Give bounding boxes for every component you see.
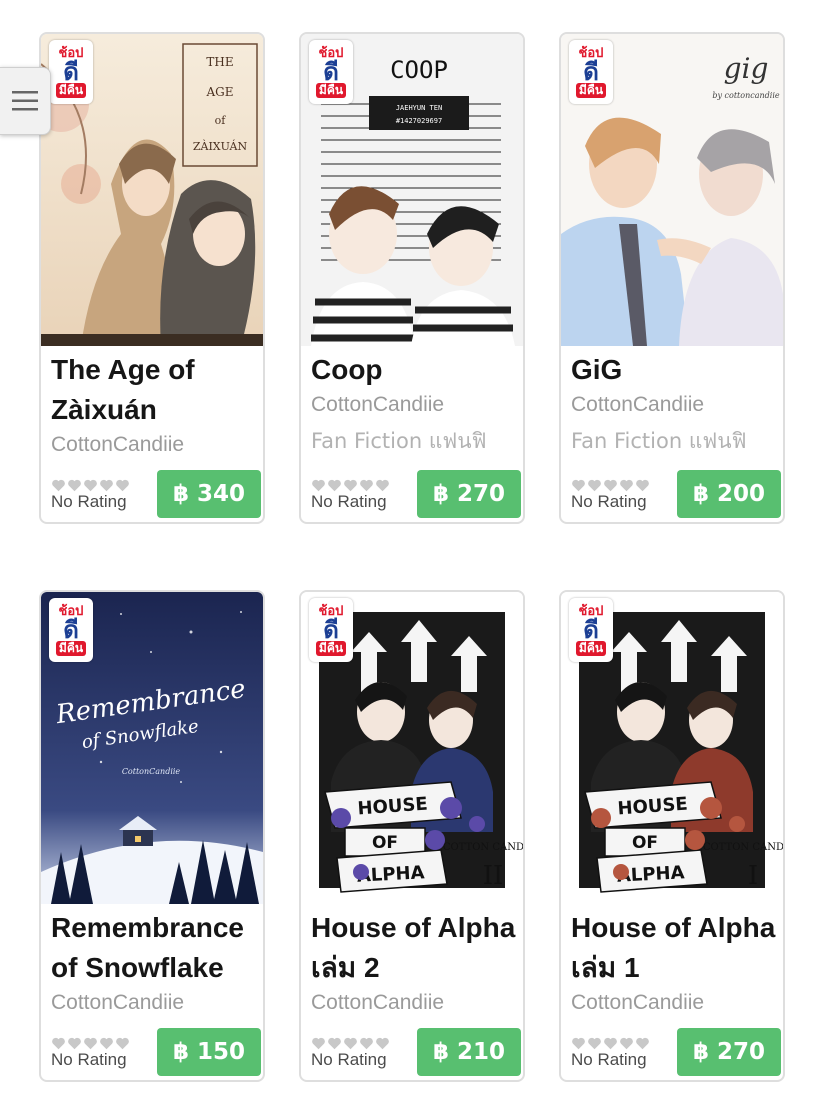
book-cover[interactable]: COOP JAEHYUN TEN #1427029697 ช้อป ดี มีค… <box>301 34 523 346</box>
rating-label: No Rating <box>51 492 127 511</box>
book-genre[interactable]: Fan Fiction แฟนฟิ <box>311 426 486 456</box>
rating-label: No Rating <box>311 1050 387 1069</box>
book-card[interactable]: COOP JAEHYUN TEN #1427029697 ช้อป ดี มีค… <box>299 32 525 524</box>
price-button[interactable]: ฿ 270 <box>417 470 521 518</box>
svg-text:AGE: AGE <box>205 85 233 99</box>
heart-icon <box>68 479 81 492</box>
svg-text:CottonCandiie: CottonCandiie <box>122 767 181 776</box>
rating-stars <box>51 1036 130 1050</box>
svg-text:of: of <box>215 114 227 127</box>
book-cover[interactable]: THE AGE of ZÀIXUÁN ช้อป ดี มีคืน <box>41 34 263 346</box>
price-button[interactable]: ฿ 200 <box>677 470 781 518</box>
book-card[interactable]: HOUSE OF ALPHA COTTON CANDIIE II ช้อป ดี… <box>299 590 525 1082</box>
heart-icon <box>360 479 373 492</box>
price-button[interactable]: ฿ 340 <box>157 470 261 518</box>
rating-stars <box>571 1036 650 1050</box>
heart-icon <box>588 479 601 492</box>
book-cover[interactable]: gig by cottoncandiie ช้อป ดี มีคืน <box>561 34 783 346</box>
svg-text:COOP: COOP <box>390 56 448 84</box>
svg-text:JAEHYUN TEN: JAEHYUN TEN <box>396 104 442 112</box>
heart-icon <box>376 1037 389 1050</box>
heart-icon <box>84 479 97 492</box>
heart-icon <box>100 1037 113 1050</box>
heart-icon <box>52 479 65 492</box>
heart-icon <box>344 479 357 492</box>
book-card[interactable]: gig by cottoncandiie ช้อป ดี มีคืน GiG C… <box>559 32 785 524</box>
book-author[interactable]: CottonCandiie <box>311 390 444 420</box>
heart-icon <box>312 479 325 492</box>
book-cover[interactable]: HOUSE OF ALPHA COTTON CANDIIE II ช้อป ดี… <box>301 592 523 904</box>
svg-text:COTTON CANDIIE: COTTON CANDIIE <box>443 842 523 853</box>
shop-dee-mee-kuen-badge: ช้อป ดี มีคืน <box>49 40 93 104</box>
book-title[interactable]: Remembrance of Snowflake <box>51 908 259 988</box>
heart-icon <box>604 1037 617 1050</box>
book-cover[interactable]: Remembrance of Snowflake CottonCandiie ช… <box>41 592 263 904</box>
rating-label: No Rating <box>51 1050 127 1069</box>
heart-icon <box>116 1037 129 1050</box>
book-title[interactable]: Coop <box>311 350 519 390</box>
rating-stars <box>51 478 130 492</box>
book-card[interactable]: HOUSE OF ALPHA COTTON CANDIIE I ช้อป ดี … <box>559 590 785 1082</box>
heart-icon <box>636 1037 649 1050</box>
heart-icon <box>328 479 341 492</box>
heart-icon <box>328 1037 341 1050</box>
svg-text:COTTON CANDIIE: COTTON CANDIIE <box>703 842 783 853</box>
book-author[interactable]: CottonCandiie <box>571 988 704 1018</box>
heart-icon <box>84 1037 97 1050</box>
rating-stars <box>311 478 390 492</box>
book-title[interactable]: House of Alpha เล่ม 2 <box>311 908 519 988</box>
book-card[interactable]: THE AGE of ZÀIXUÁN ช้อป ดี มีคืน The Age… <box>39 32 265 524</box>
svg-text:ZÀIXUÁN: ZÀIXUÁN <box>193 139 248 153</box>
heart-icon <box>344 1037 357 1050</box>
book-title[interactable]: House of Alpha เล่ม 1 <box>571 908 779 988</box>
rating-stars <box>311 1036 390 1050</box>
heart-icon <box>312 1037 325 1050</box>
price-button[interactable]: ฿ 150 <box>157 1028 261 1076</box>
book-author[interactable]: CottonCandiie <box>571 390 704 420</box>
book-title[interactable]: GiG <box>571 350 779 390</box>
heart-icon <box>116 479 129 492</box>
book-title[interactable]: The Age of Zàixuán <box>51 350 259 430</box>
menu-button[interactable] <box>0 67 51 135</box>
heart-icon <box>52 1037 65 1050</box>
book-card[interactable]: Remembrance of Snowflake CottonCandiie ช… <box>39 590 265 1082</box>
rating-label: No Rating <box>311 492 387 511</box>
svg-text:I: I <box>748 861 758 891</box>
shop-dee-mee-kuen-badge: ช้อป ดี มีคืน <box>309 40 353 104</box>
heart-icon <box>100 479 113 492</box>
heart-icon <box>620 1037 633 1050</box>
shop-dee-mee-kuen-badge: ช้อป ดี มีคืน <box>569 40 613 104</box>
rating-label: No Rating <box>571 1050 647 1069</box>
heart-icon <box>604 479 617 492</box>
heart-icon <box>572 479 585 492</box>
shop-dee-mee-kuen-badge: ช้อป ดี มีคืน <box>49 598 93 662</box>
book-author[interactable]: CottonCandiie <box>51 430 184 460</box>
hamburger-icon <box>12 91 38 111</box>
price-button[interactable]: ฿ 210 <box>417 1028 521 1076</box>
heart-icon <box>360 1037 373 1050</box>
svg-text:by cottoncandiie: by cottoncandiie <box>712 91 780 100</box>
svg-text:gig: gig <box>724 52 769 85</box>
heart-icon <box>572 1037 585 1050</box>
heart-icon <box>376 479 389 492</box>
heart-icon <box>588 1037 601 1050</box>
shop-dee-mee-kuen-badge: ช้อป ดี มีคืน <box>569 598 613 662</box>
svg-text:THE: THE <box>206 55 233 69</box>
shop-dee-mee-kuen-badge: ช้อป ดี มีคืน <box>309 598 353 662</box>
book-author[interactable]: CottonCandiie <box>311 988 444 1018</box>
svg-text:#1427029697: #1427029697 <box>396 117 442 125</box>
book-genre[interactable]: Fan Fiction แฟนฟิ <box>571 426 746 456</box>
book-author[interactable]: CottonCandiie <box>51 988 184 1018</box>
rating-label: No Rating <box>571 492 647 511</box>
heart-icon <box>68 1037 81 1050</box>
heart-icon <box>636 479 649 492</box>
heart-icon <box>620 479 633 492</box>
price-button[interactable]: ฿ 270 <box>677 1028 781 1076</box>
svg-text:OF: OF <box>632 833 658 853</box>
svg-text:OF: OF <box>372 833 398 853</box>
book-cover[interactable]: HOUSE OF ALPHA COTTON CANDIIE I ช้อป ดี … <box>561 592 783 904</box>
svg-text:II: II <box>483 861 504 891</box>
rating-stars <box>571 478 650 492</box>
